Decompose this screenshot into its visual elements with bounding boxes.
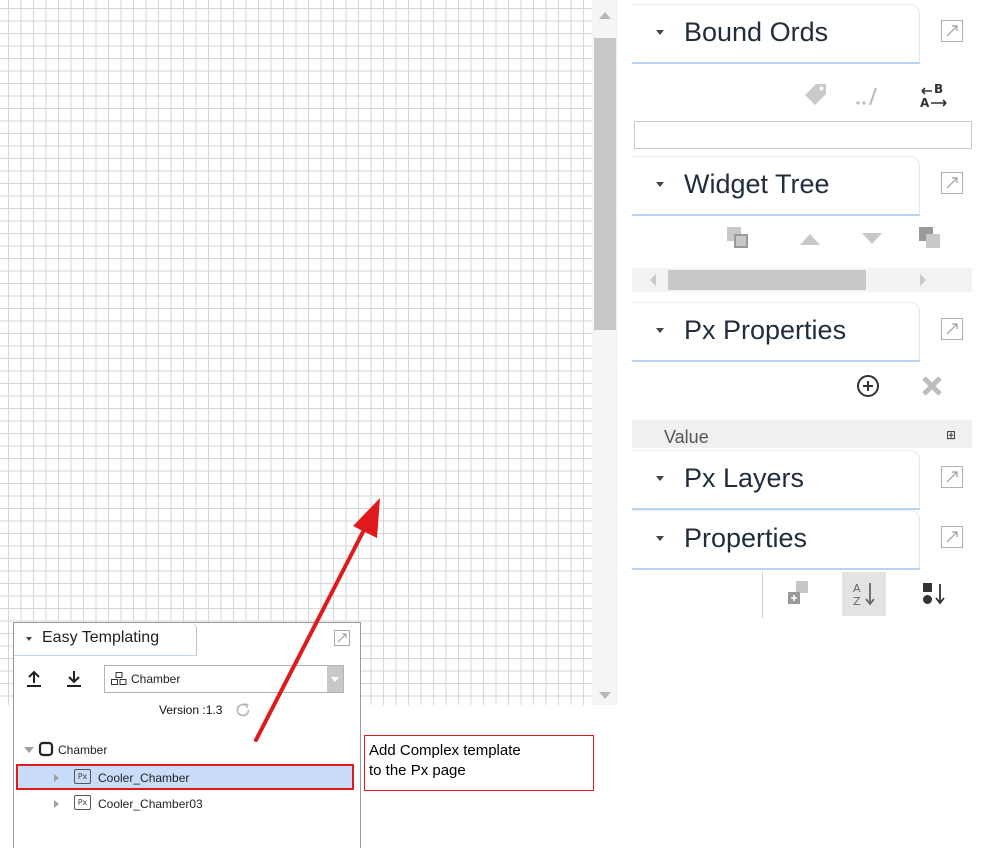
move-down-icon[interactable] xyxy=(860,232,884,246)
bring-to-front-icon[interactable] xyxy=(724,224,752,252)
maximize-icon[interactable] xyxy=(334,630,350,646)
px-file-icon: Px xyxy=(74,769,91,784)
template-select-value: Chamber xyxy=(131,672,181,686)
scroll-thumb[interactable] xyxy=(594,38,616,330)
separator xyxy=(618,0,632,705)
easy-templating-title: Easy Templating xyxy=(42,629,160,646)
scroll-down-arrow-icon[interactable] xyxy=(599,692,611,699)
px-layers-header[interactable]: Px Layers xyxy=(632,446,984,510)
tree-collapse-icon[interactable] xyxy=(24,747,34,753)
relativize-ord-icon[interactable] xyxy=(854,84,880,108)
canvas-vertical-scrollbar[interactable] xyxy=(592,0,618,705)
annotation-callout: Add Complex template to the Px page xyxy=(364,735,594,791)
px-canvas-grid[interactable] xyxy=(0,0,592,705)
maximize-icon[interactable] xyxy=(941,20,963,42)
tree-root-label[interactable]: Chamber xyxy=(58,743,107,757)
sort-alpha-button[interactable]: A Z xyxy=(842,572,886,616)
add-icon[interactable] xyxy=(854,372,882,400)
version-label: Version :1.3 xyxy=(159,703,223,717)
annotation-text: Add Complex template to the Px page xyxy=(369,742,521,779)
scroll-right-arrow-icon[interactable] xyxy=(920,274,926,286)
collapse-caret-icon[interactable] xyxy=(26,637,32,641)
expand-all-icon[interactable] xyxy=(784,578,814,608)
download-icon[interactable] xyxy=(64,669,84,689)
properties-title: Properties xyxy=(684,523,808,553)
px-layers-title: Px Layers xyxy=(684,463,805,493)
px-properties-table-header: Value ⊞ xyxy=(632,420,972,448)
px-properties-header[interactable]: Px Properties xyxy=(632,298,984,362)
tag-icon[interactable] xyxy=(802,80,830,108)
collapse-caret-icon[interactable] xyxy=(656,328,664,333)
collapse-caret-icon[interactable] xyxy=(656,182,664,187)
properties-toolbar: A Z xyxy=(632,570,984,620)
svg-text:B: B xyxy=(934,82,943,96)
refresh-icon[interactable] xyxy=(234,701,252,719)
scroll-thumb[interactable] xyxy=(668,270,866,290)
template-select[interactable]: Chamber xyxy=(104,665,344,693)
rename-ab-icon[interactable]: B A xyxy=(918,80,950,112)
bound-ords-field[interactable] xyxy=(634,121,972,149)
widget-tree-title: Widget Tree xyxy=(684,169,830,199)
widget-tree-header[interactable]: Widget Tree xyxy=(632,152,984,216)
bound-ords-header[interactable]: Bound Ords xyxy=(632,0,984,64)
tree-expand-icon[interactable] xyxy=(54,800,59,808)
tree-item-label[interactable]: Cooler_Chamber03 xyxy=(98,797,203,811)
tree-item-label[interactable]: Cooler_Chamber xyxy=(98,771,189,785)
svg-text:Z: Z xyxy=(853,595,861,608)
delete-x-icon[interactable] xyxy=(920,374,944,398)
scroll-left-arrow-icon[interactable] xyxy=(650,274,656,286)
collapse-caret-icon[interactable] xyxy=(656,536,664,541)
sort-by-type-icon[interactable] xyxy=(920,580,948,608)
px-properties-toolbar xyxy=(632,370,984,406)
widget-tree-horizontal-scrollbar[interactable] xyxy=(632,268,972,292)
send-to-back-icon[interactable] xyxy=(916,224,944,252)
chevron-down-icon[interactable] xyxy=(327,666,343,692)
components-icon xyxy=(111,672,127,685)
table-options-icon[interactable]: ⊞ xyxy=(946,428,956,442)
maximize-icon[interactable] xyxy=(941,526,963,548)
px-file-icon: Px xyxy=(74,795,91,810)
side-palette: Bound Ords B A Widget Tree Px Properties… xyxy=(632,0,984,705)
properties-header[interactable]: Properties xyxy=(632,506,984,570)
toolbar-divider xyxy=(762,572,763,618)
bound-ords-toolbar: B A xyxy=(632,78,984,118)
svg-text:A: A xyxy=(920,96,930,110)
value-column-header[interactable]: Value xyxy=(664,427,709,448)
easy-templating-panel: Easy Templating Chamber Version :1.3 Cha… xyxy=(13,622,361,848)
maximize-icon[interactable] xyxy=(941,318,963,340)
svg-text:A: A xyxy=(853,582,861,595)
maximize-icon[interactable] xyxy=(941,172,963,194)
widget-tree-toolbar xyxy=(632,222,984,258)
tree-expand-icon[interactable] xyxy=(54,774,59,782)
px-properties-title: Px Properties xyxy=(684,315,847,345)
collapse-caret-icon[interactable] xyxy=(656,30,664,35)
scroll-up-arrow-icon[interactable] xyxy=(599,12,611,19)
upload-icon[interactable] xyxy=(24,669,44,689)
move-up-icon[interactable] xyxy=(798,232,822,246)
maximize-icon[interactable] xyxy=(941,466,963,488)
collapse-caret-icon[interactable] xyxy=(656,476,664,481)
sort-az-icon[interactable]: A Z xyxy=(851,580,879,608)
bound-ords-title: Bound Ords xyxy=(684,17,829,47)
folder-component-icon xyxy=(38,741,54,757)
